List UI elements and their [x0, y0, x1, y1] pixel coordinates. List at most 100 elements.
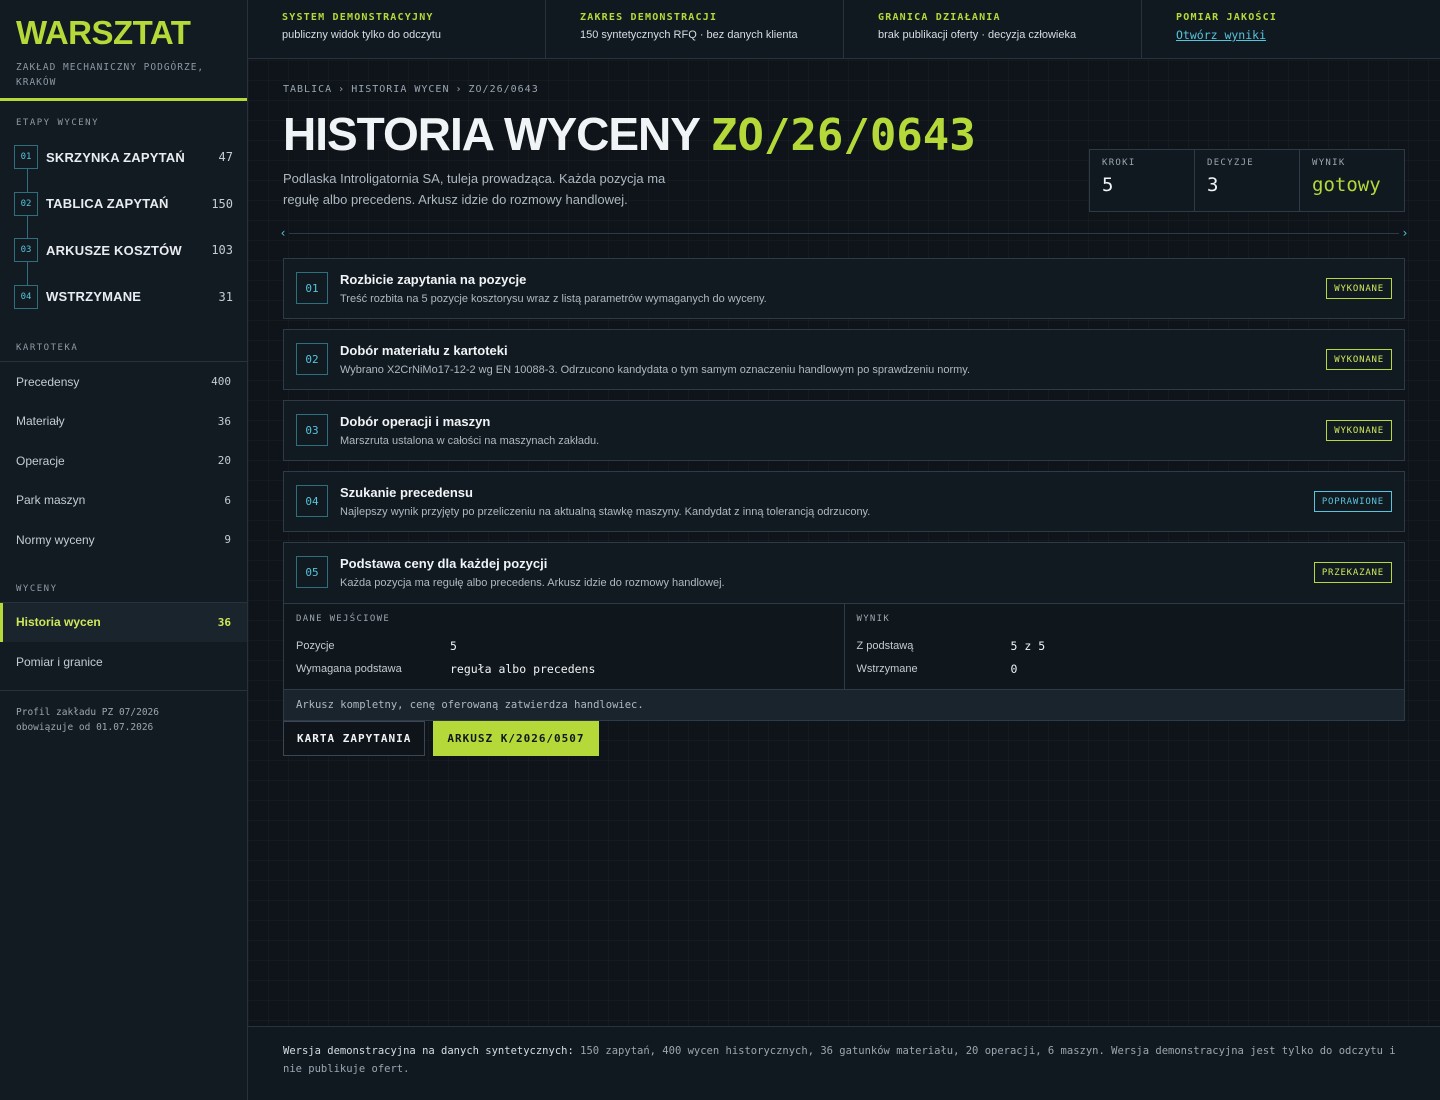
- step-number: 04: [296, 485, 328, 517]
- topbar-cell-value: brak publikacji oferty · decyzja człowie…: [878, 29, 1077, 41]
- detail-row: Z podstawą 5 z 5: [857, 634, 1393, 657]
- sidebar-item-count: 36: [217, 414, 231, 428]
- step-number: 05: [296, 556, 328, 588]
- topbar-cell-title: POMIAR JAKOŚCI: [1176, 12, 1278, 23]
- request-card-button[interactable]: KARTA ZAPYTANIA: [283, 721, 426, 756]
- step-title: Dobór operacji i maszyn: [340, 414, 491, 429]
- step-card[interactable]: 02 Dobór materiału z kartoteki Wybrano X…: [283, 329, 1405, 390]
- inputs-heading: DANE WEJŚCIOWE: [296, 614, 391, 624]
- kpi-value: 3: [1207, 174, 1219, 196]
- stage-label: TABLICA ZAPYTAŃ: [46, 196, 169, 212]
- sidebar-item-pricing-norms[interactable]: Normy wyceny 9: [0, 520, 247, 560]
- step-title: Rozbicie zapytania na pozycje: [340, 272, 527, 287]
- sidebar-item-machines[interactable]: Park maszyn 6: [0, 481, 247, 521]
- profile-line: Profil zakładu PZ 07/2026: [16, 706, 159, 718]
- detail-value: 5 z 5: [1010, 638, 1046, 653]
- step-number: 03: [296, 414, 328, 446]
- open-results-link[interactable]: Otwórz wyniki: [1176, 28, 1266, 42]
- stages-section-label: ETAPY WYCENY: [16, 118, 100, 128]
- sidebar-item-count: 400: [211, 375, 231, 389]
- detail-row: Pozycje 5: [296, 634, 832, 657]
- step-title: Dobór materiału z kartoteki: [340, 343, 508, 358]
- step-card[interactable]: 01 Rozbicie zapytania na pozycje Treść r…: [283, 258, 1405, 319]
- stage-count: 31: [218, 289, 233, 304]
- page-lead: Podlaska Introligatornia SA, tuleja prow…: [283, 171, 666, 207]
- kartoteka-list: Precedensy 400 Materiały 36 Operacje 20 …: [0, 362, 247, 560]
- topbar-cell-title: SYSTEM DEMONSTRACYJNY: [282, 12, 434, 23]
- stage-number: 02: [14, 191, 38, 216]
- step-detail: DANE WEJŚCIOWE Pozycje 5 Wymagana podsta…: [284, 603, 1404, 689]
- step-title: Podstawa ceny dla każdej pozycji: [340, 556, 548, 571]
- sidebar-item-precedents[interactable]: Precedensy 400: [0, 362, 247, 402]
- stage-item-board[interactable]: 02 TABLICA ZAPYTAŃ 150: [14, 181, 233, 228]
- sidebar-item-count: 36: [217, 615, 231, 629]
- sidebar-item-label: Materiały: [16, 414, 65, 429]
- brand-subtitle: ZAKŁAD MECHANICZNY PODGÓRZE, KRAKÓW: [16, 62, 205, 88]
- step-card-expanded[interactable]: 05 Podstawa ceny dla każdej pozycji Każd…: [283, 542, 1405, 721]
- sidebar-item-label: Historia wycen: [16, 615, 101, 630]
- sidebar-item-count: 9: [224, 533, 231, 547]
- topbar-cell-quality: POMIAR JAKOŚCI Otwórz wyniki: [1142, 0, 1440, 59]
- page-title-text: HISTORIA WYCENY: [283, 108, 700, 160]
- sidebar-item-label: Pomiar i granice: [16, 654, 103, 669]
- step-card[interactable]: 03 Dobór operacji i maszyn Marszruta ust…: [283, 400, 1405, 461]
- kpi-steps: KROKI 5: [1090, 150, 1195, 211]
- breadcrumb-item-board[interactable]: TABLICA: [283, 84, 332, 95]
- plant-profile: Profil zakładu PZ 07/2026 obowiązuje od …: [0, 691, 247, 749]
- step-number: 01: [296, 272, 328, 304]
- status-badge: WYKONANE: [1326, 278, 1392, 299]
- sidebar-item-label: Operacje: [16, 453, 65, 468]
- status-badge: POPRAWIONE: [1313, 491, 1392, 512]
- step-description: Najlepszy wynik przyjęty po przeliczeniu…: [340, 506, 871, 518]
- status-badge: WYKONANE: [1326, 349, 1392, 370]
- quote-code: ZO/26/0643: [710, 110, 976, 161]
- step-description: Treść rozbita na 5 pozycje kosztorysu wr…: [340, 293, 767, 305]
- sidebar-item-count: 6: [224, 493, 231, 507]
- footer-lead: Wersja demonstracyjna na danych syntetyc…: [283, 1045, 574, 1057]
- stage-item-inbox[interactable]: 01 SKRZYNKA ZAPYTAŃ 47: [14, 134, 233, 181]
- sidebar-item-quote-history[interactable]: Historia wycen 36: [0, 602, 247, 642]
- topbar-cell-value: 150 syntetycznych RFQ · bez danych klien…: [580, 29, 798, 41]
- top-status-bar: SYSTEM DEMONSTRACYJNY publiczny widok ty…: [248, 0, 1440, 59]
- detail-value: reguła albo precedens: [450, 661, 596, 676]
- footer-disclaimer: Wersja demonstracyjna na danych syntetyc…: [248, 1026, 1440, 1100]
- brand-title[interactable]: WARSZTAT: [16, 16, 231, 50]
- detail-key: Pozycje: [296, 639, 335, 652]
- chevron-right-icon[interactable]: ›: [1399, 226, 1411, 240]
- kpi-value: 5: [1102, 174, 1114, 196]
- sidebar-item-measurement-limits[interactable]: Pomiar i granice: [0, 642, 247, 682]
- sidebar-item-label: Park maszyn: [16, 493, 86, 508]
- kpi-value: gotowy: [1312, 174, 1381, 196]
- detail-key: Wymagana podstawa: [296, 662, 402, 675]
- inputs-column: DANE WEJŚCIOWE Pozycje 5 Wymagana podsta…: [284, 604, 845, 689]
- profile-line: obowiązuje od 01.07.2026: [16, 721, 154, 733]
- main-content: TABLICA › HISTORIA WYCEN › ZO/26/0643 HISTOR…: [248, 60, 1440, 1026]
- sidebar-item-operations[interactable]: Operacje 20: [0, 441, 247, 481]
- status-badge: PRZEKAZANE: [1313, 562, 1392, 583]
- stage-item-on-hold[interactable]: 04 WSTRZYMANE 31: [14, 274, 233, 321]
- stage-number: 04: [14, 284, 38, 309]
- scroller-track: [289, 233, 1399, 234]
- breadcrumb-item-current: ZO/26/0643: [468, 84, 539, 95]
- detail-row: Wymagana podstawa reguła albo precedens: [296, 657, 832, 680]
- kpi-label: WYNIK: [1312, 158, 1346, 168]
- kpi-decisions: DECYZJE 3: [1195, 150, 1300, 211]
- sidebar-item-materials[interactable]: Materiały 36: [0, 402, 247, 442]
- sidebar: WARSZTAT ZAKŁAD MECHANICZNY PODGÓRZE, KR…: [0, 0, 248, 1100]
- step-title: Szukanie precedensu: [340, 485, 473, 500]
- kpi-result: WYNIK gotowy: [1300, 150, 1404, 211]
- result-heading: WYNIK: [856, 614, 891, 624]
- stage-item-cost-sheets[interactable]: 03 ARKUSZE KOSZTÓW 103: [14, 227, 233, 274]
- breadcrumb-item-history[interactable]: HISTORIA WYCEN: [351, 84, 449, 95]
- cost-sheet-button[interactable]: ARKUSZ K/2026/0507: [433, 721, 599, 756]
- detail-value: 0: [1010, 661, 1018, 676]
- topbar-cell-value: publiczny widok tylko do odczytu: [282, 29, 441, 41]
- timeline-scroller[interactable]: ‹ ›: [281, 226, 1408, 240]
- step-card[interactable]: 04 Szukanie precedensu Najlepszy wynik p…: [283, 471, 1405, 532]
- detail-row: Wstrzymane 0: [857, 657, 1393, 680]
- stage-label: WSTRZYMANE: [46, 289, 142, 305]
- stage-count: 103: [211, 243, 233, 258]
- stage-number: 03: [14, 238, 38, 263]
- sidebar-item-count: 20: [217, 454, 231, 468]
- chevron-left-icon[interactable]: ‹: [277, 226, 289, 240]
